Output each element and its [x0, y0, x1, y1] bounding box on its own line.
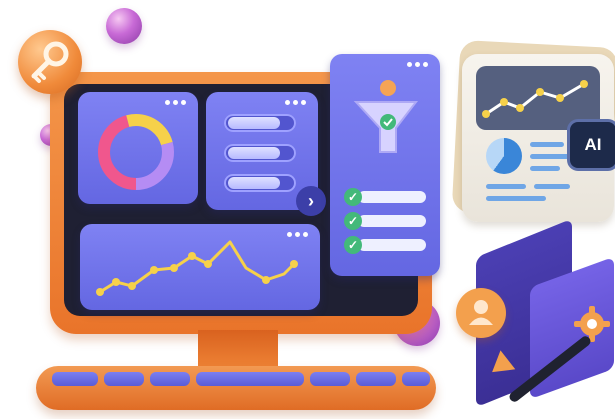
user-badge: [456, 288, 506, 338]
donut-chart-panel: [78, 92, 198, 204]
chart-point: [188, 252, 196, 260]
chart-point: [262, 276, 270, 284]
keyboard-key: [150, 372, 190, 386]
toggle-switch[interactable]: [224, 144, 296, 162]
key-icon: [31, 41, 69, 83]
donut-chart: [98, 114, 174, 190]
check-icon: ✓: [344, 236, 362, 254]
decorative-orb-top: [106, 8, 142, 44]
line-chart-panel: [80, 224, 320, 310]
keyboard-key: [402, 372, 430, 386]
filter-option[interactable]: ✓: [344, 188, 428, 206]
text-line: [486, 196, 546, 201]
analytics-line-chart: [476, 66, 600, 130]
keyboard-key: [52, 372, 98, 386]
chart-point: [150, 266, 158, 274]
text-line: [530, 154, 570, 159]
toggle-switch[interactable]: [224, 114, 296, 132]
monitor-stand: [198, 330, 278, 370]
text-line: [534, 184, 570, 189]
chart-point: [290, 260, 298, 268]
filter-option[interactable]: ✓: [344, 212, 428, 230]
ai-chip-icon: AI: [570, 122, 615, 168]
chart-point: [112, 278, 120, 286]
filter-panel: ✓ ✓ ✓: [330, 54, 440, 276]
text-line: [486, 184, 526, 189]
keyboard-key: [196, 372, 304, 386]
mini-pie-chart: [486, 138, 522, 174]
chart-point: [128, 282, 136, 290]
filter-option[interactable]: ✓: [344, 236, 428, 254]
text-line: [530, 142, 564, 147]
check-icon: ✓: [344, 212, 362, 230]
keyboard-key: [310, 372, 350, 386]
key-badge: [18, 30, 82, 94]
chart-point: [96, 288, 104, 296]
toggle-switch[interactable]: [224, 174, 296, 192]
panel-menu-dots: [285, 100, 306, 105]
chevron-right-icon[interactable]: ›: [296, 186, 326, 216]
keyboard-key: [104, 372, 144, 386]
gear-icon: [572, 304, 612, 344]
chart-point: [170, 264, 178, 272]
user-icon: [469, 300, 493, 325]
line-chart: [96, 240, 298, 296]
text-line: [530, 166, 560, 171]
keyboard-key: [356, 372, 396, 386]
funnel-icon: [353, 80, 419, 153]
chart-point: [204, 260, 212, 268]
check-icon: ✓: [344, 188, 362, 206]
